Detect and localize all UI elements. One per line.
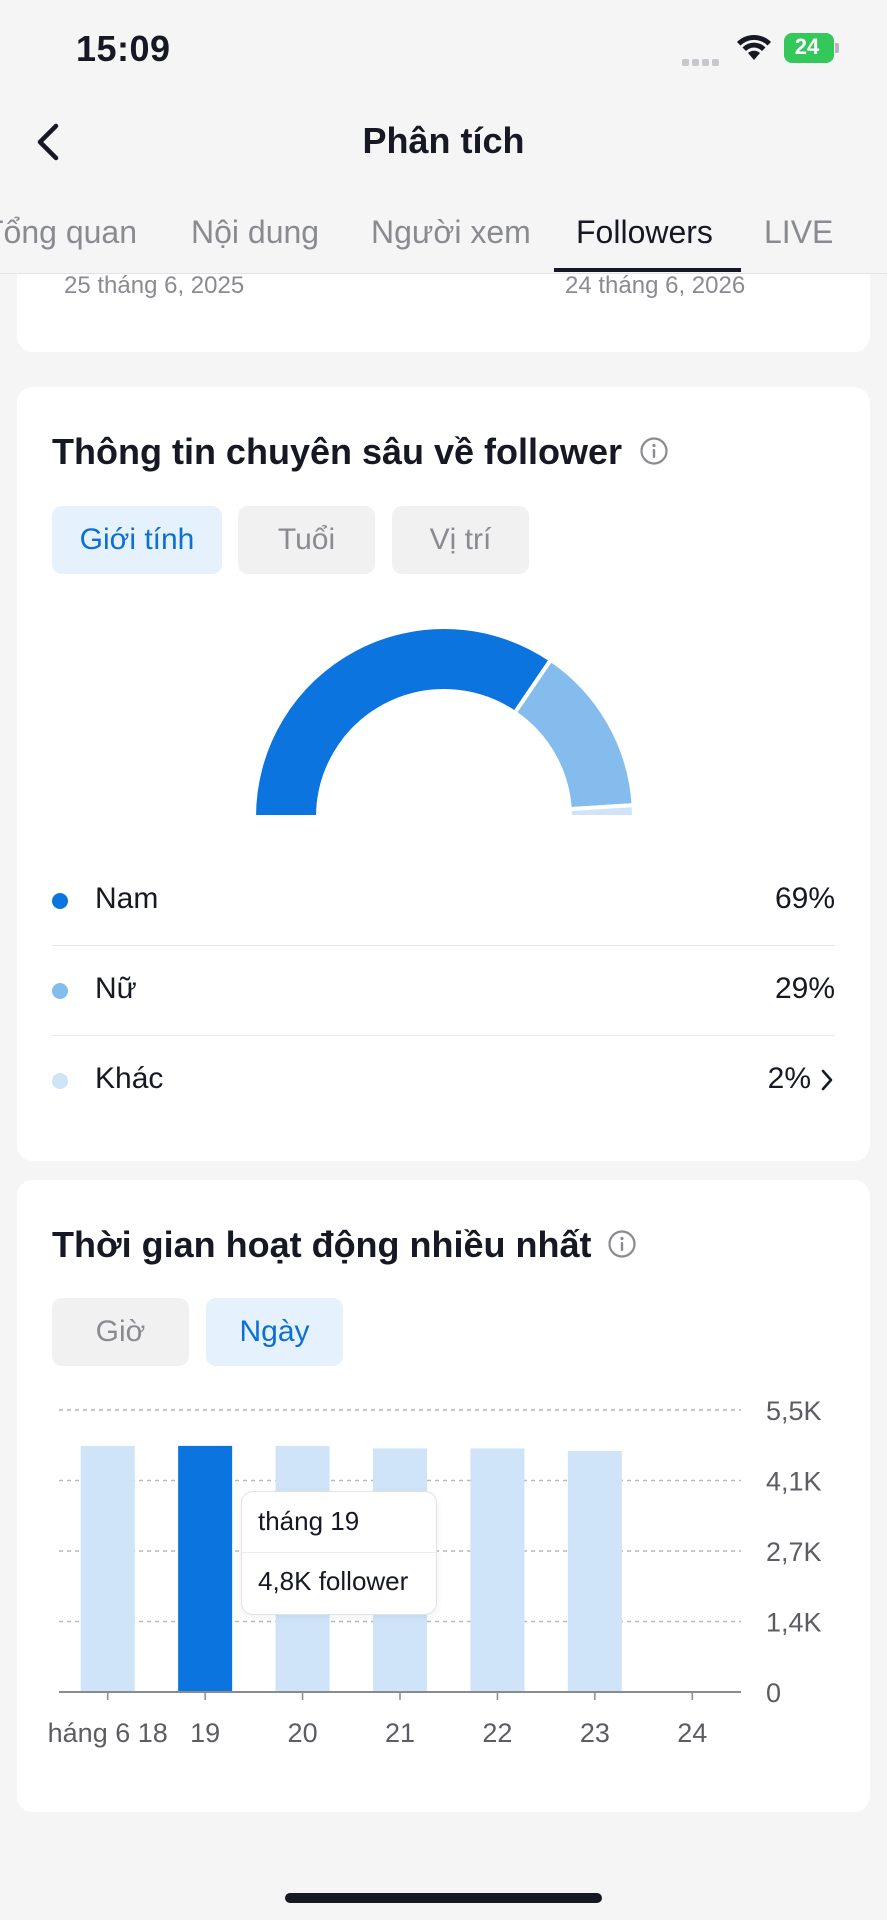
legend-label-male: Nam: [95, 882, 159, 915]
filter-age-chip[interactable]: Tuổi: [238, 506, 375, 574]
legend-row-other[interactable]: Khác 2%: [52, 1036, 835, 1126]
tab-bar: Tổng quan Nội dung Người xem Followers L…: [0, 196, 887, 274]
battery-level: 24: [794, 34, 820, 59]
tab-viewers[interactable]: Người xem: [371, 214, 531, 251]
y-tick-label: 0: [766, 1678, 781, 1708]
page-title: Phân tích: [362, 120, 525, 161]
follower-insights-card: Thông tin chuyên sâu về follower Giới tí…: [17, 387, 870, 1161]
x-tick-label: 23: [580, 1718, 610, 1748]
legend-value-female: 29%: [774, 972, 835, 1005]
y-tick-label: 4,1K: [766, 1467, 822, 1497]
x-tick-label: 19: [190, 1718, 220, 1748]
bar[interactable]: [470, 1448, 525, 1692]
chevron-right-icon[interactable]: [819, 1067, 835, 1093]
x-tick-label: 24: [677, 1718, 707, 1748]
tab-followers[interactable]: Followers: [576, 214, 713, 251]
cellular-signal-icon: [682, 53, 724, 66]
donut-slice-male: [252, 627, 553, 819]
header: Phân tích: [0, 100, 887, 184]
tab-live[interactable]: LIVE: [764, 214, 833, 251]
legend-dot-female: [52, 983, 68, 999]
legend-dot-male: [52, 893, 68, 909]
tab-overview[interactable]: Tổng quan: [0, 214, 137, 251]
date-range-start: 25 tháng 6, 2025: [64, 272, 245, 299]
active-days-bar-chart: 0 1,4K 2,7K 4,1K 5,5K háng 6 18 19 20 21 22 23 24: [48, 1396, 822, 1748]
bar[interactable]: [567, 1451, 622, 1692]
legend-row-female: Nữ 29%: [52, 946, 835, 1036]
legend-value-other: 2%: [767, 1062, 811, 1095]
donut-slice-other: [567, 803, 636, 819]
wifi-icon: [737, 34, 771, 60]
tab-content[interactable]: Nội dung: [191, 214, 319, 251]
legend-label-female: Nữ: [95, 972, 137, 1005]
filter-day-chip[interactable]: Ngày: [206, 1298, 343, 1366]
y-tick-label: 2,7K: [766, 1537, 822, 1567]
active-times-card: Thời gian hoạt động nhiều nhất Giờ Ngày …: [17, 1180, 870, 1812]
bar[interactable]: [178, 1445, 233, 1692]
y-tick-label: 5,5K: [766, 1396, 822, 1426]
battery-icon: 24: [784, 33, 840, 63]
x-tick-label: 21: [385, 1718, 415, 1748]
filter-hour-chip[interactable]: Giờ: [52, 1298, 189, 1366]
bar[interactable]: [80, 1445, 135, 1692]
legend-dot-other: [52, 1073, 68, 1089]
info-icon[interactable]: [607, 1229, 637, 1259]
gender-semi-donut-chart: [252, 627, 636, 819]
x-tick-label: 20: [288, 1718, 318, 1748]
x-tick-label: 22: [482, 1718, 512, 1748]
tooltip-divider: [242, 1552, 436, 1553]
filter-gender-chip[interactable]: Giới tính: [52, 506, 222, 574]
active-times-title: Thời gian hoạt động nhiều nhất: [52, 1224, 592, 1265]
chart-tooltip: tháng 19 4,8K follower: [241, 1491, 437, 1615]
tooltip-value: 4,8K follower: [258, 1566, 409, 1596]
active-tab-indicator: [554, 268, 741, 272]
status-bar: 15:09 24: [0, 0, 887, 100]
legend-value-male: 69%: [774, 882, 835, 915]
analytics-screen: 15:09 24 Phân tích Tổng quan Nội dung Ng…: [0, 0, 887, 1920]
legend-row-male: Nam 69%: [52, 856, 835, 946]
info-icon[interactable]: [639, 436, 669, 466]
follower-insights-title: Thông tin chuyên sâu về follower: [52, 431, 623, 472]
tooltip-date: tháng 19: [258, 1506, 360, 1536]
y-tick-label: 1,4K: [766, 1608, 822, 1638]
home-indicator: [285, 1893, 602, 1903]
date-range-end: 24 tháng 6, 2026: [565, 272, 746, 299]
legend-label-other: Khác: [95, 1062, 164, 1095]
status-time: 15:09: [76, 28, 171, 69]
filter-location-chip[interactable]: Vị trí: [392, 506, 529, 574]
x-tick-label: háng 6 18: [48, 1718, 168, 1748]
